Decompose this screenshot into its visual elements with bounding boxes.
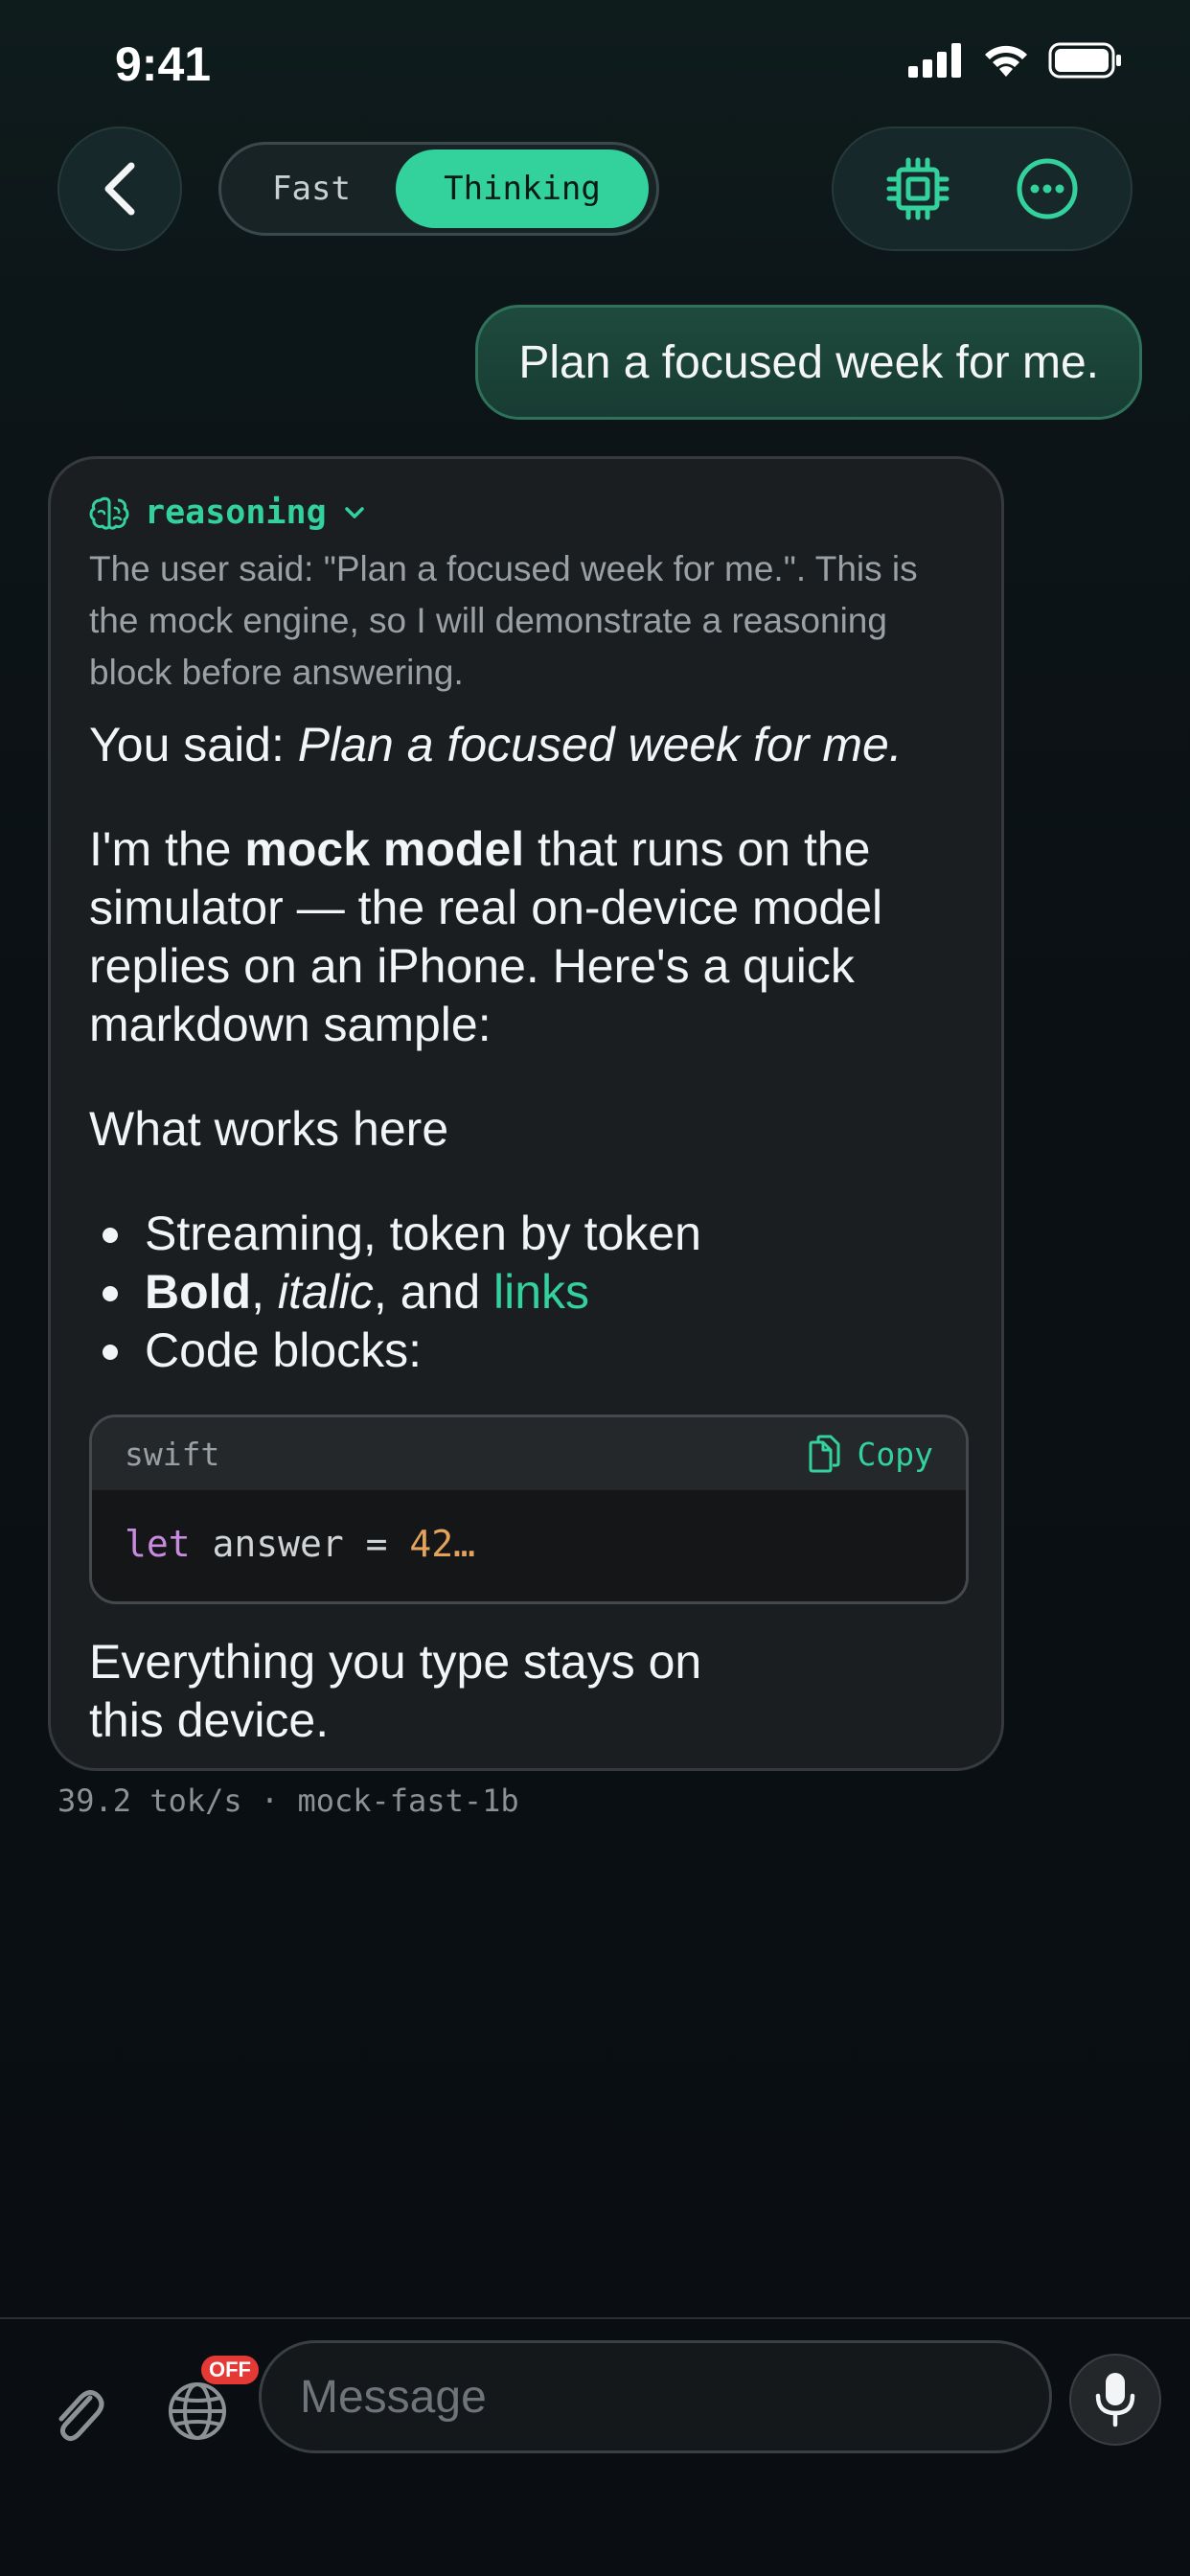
answer-p2-text-a: I'm the: [89, 822, 245, 876]
copy-label: Copy: [857, 1435, 933, 1473]
chevron-down-icon: [344, 507, 364, 518]
code-block: swift Copy let answer = 42…: [89, 1414, 969, 1604]
brain-icon: [89, 496, 129, 530]
bullet-bold: Bold: [145, 1265, 252, 1319]
cellular-signal-icon: [908, 43, 961, 78]
status-icons: [908, 42, 1123, 79]
reasoning-toggle[interactable]: reasoning: [89, 488, 963, 538]
input-divider: [0, 2317, 1190, 2319]
paperclip-icon[interactable]: [48, 2369, 105, 2446]
answer-p2-bold: mock model: [244, 822, 525, 876]
answer-paragraph-1: You said: Plan a focused week for me.: [89, 716, 963, 774]
microphone-icon: [1095, 2373, 1135, 2427]
cpu-chip-icon[interactable]: [885, 156, 950, 221]
copy-code-button[interactable]: Copy: [808, 1435, 933, 1473]
bullet-link[interactable]: links: [493, 1265, 589, 1319]
mode-fast-option[interactable]: Fast: [227, 150, 396, 228]
copy-icon: [809, 1435, 840, 1473]
battery-icon: [1048, 42, 1121, 79]
bullet-item: Code blocks:: [103, 1322, 963, 1380]
code-keyword: let: [125, 1523, 191, 1565]
bullet-sep: ,: [251, 1265, 278, 1319]
web-search-off-badge: OFF: [201, 2356, 259, 2384]
generation-stats: 39.2 tok/s · mock-fast-1b: [57, 1782, 519, 1819]
bullet-sep: , and: [373, 1265, 494, 1319]
user-message-bubble: Plan a focused week for me.: [475, 305, 1142, 420]
message-input[interactable]: Message: [259, 2340, 1052, 2453]
code-number: 42…: [409, 1523, 476, 1565]
microphone-button[interactable]: [1069, 2354, 1161, 2446]
answer-bullet-list: Streaming, token by token Bold, italic, …: [89, 1205, 963, 1380]
code-language-label: swift: [125, 1435, 220, 1473]
answer-paragraph-2: I'm the mock model that runs on the simu…: [89, 820, 951, 1054]
chevron-left-icon: [104, 162, 135, 216]
wifi-icon: [985, 45, 1027, 77]
reasoning-label: reasoning: [145, 494, 327, 532]
back-button[interactable]: [57, 126, 182, 251]
bullet-italic: italic: [277, 1265, 374, 1319]
code-content: let answer = 42…: [92, 1490, 966, 1565]
ellipsis-circle-icon[interactable]: [1016, 157, 1079, 220]
bullet-item: Bold, italic, and links: [103, 1263, 963, 1322]
reasoning-text: The user said: "Plan a focused week for …: [89, 549, 918, 692]
answer-p1-prefix: You said:: [89, 718, 298, 771]
code-block-header: swift Copy: [92, 1417, 966, 1490]
answer-paragraph-3: What works here: [89, 1102, 449, 1156]
header-actions: [832, 126, 1133, 251]
code-text: answer =: [190, 1523, 410, 1565]
bullet-item: Streaming, token by token: [103, 1205, 963, 1263]
mode-thinking-option[interactable]: Thinking: [396, 150, 649, 228]
assistant-message-card: reasoning The user said: "Plan a focused…: [48, 456, 1004, 1771]
answer-p1-italic: Plan a focused week for me.: [297, 718, 903, 771]
status-time: 9:41: [115, 37, 212, 91]
mode-toggle[interactable]: Fast Thinking: [218, 142, 659, 236]
answer-paragraph-4: Everything you type stays on this device…: [89, 1635, 702, 1747]
